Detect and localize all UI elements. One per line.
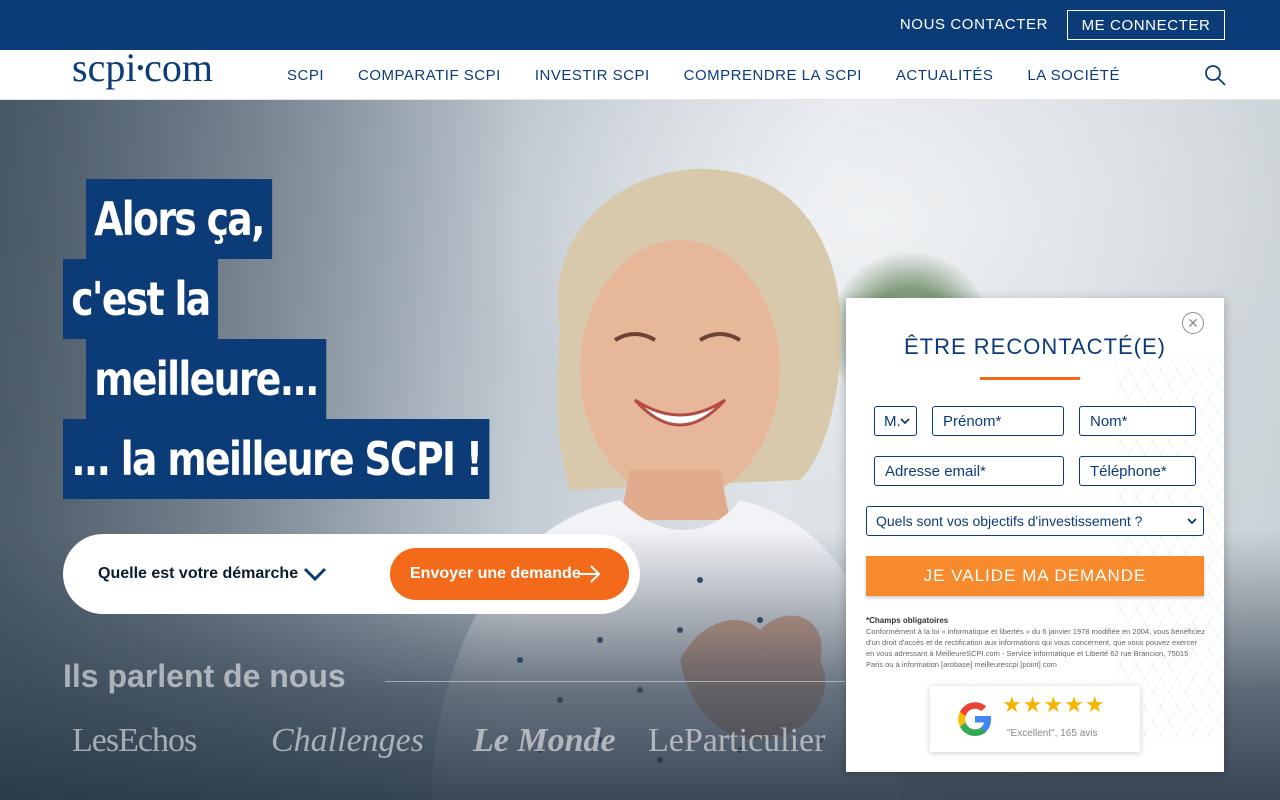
legal-text: Conformément à la loi « informatique et … xyxy=(866,627,1205,669)
press-logo-leparticulier: LeParticulier xyxy=(648,722,826,759)
headline-line-1: Alors ça, xyxy=(86,179,273,259)
main-nav: SCPI COMPARATIF SCPI INVESTIR SCPI COMPR… xyxy=(287,50,1120,100)
demarche-selector: Quelle est votre démarche Envoyer une de… xyxy=(63,534,640,614)
rating-stars: ★★★★★ xyxy=(1002,692,1106,717)
search-icon[interactable] xyxy=(1204,64,1226,86)
demarche-label[interactable]: Quelle est votre démarche xyxy=(98,565,298,583)
close-icon[interactable]: ✕ xyxy=(1182,312,1204,334)
nav-item-societe[interactable]: LA SOCIÉTÉ xyxy=(1027,67,1120,84)
press-title: Ils parlent de nous xyxy=(63,658,346,694)
phone-field[interactable]: Téléphone* xyxy=(1079,456,1196,486)
chevron-down-icon xyxy=(1187,518,1197,525)
headline-line-2: c'est la xyxy=(63,259,218,339)
nav-item-comprendre[interactable]: COMPRENDRE LA SCPI xyxy=(684,67,862,84)
civility-select[interactable]: M. xyxy=(874,406,917,436)
press-logo-challenges: Challenges xyxy=(271,722,424,759)
nav-item-investir[interactable]: INVESTIR SCPI xyxy=(535,67,650,84)
rating-text: "Excellent", 165 avis xyxy=(1007,728,1098,739)
title-underline xyxy=(980,377,1080,380)
contact-form-panel: ✕ ÊTRE RECONTACTÉ(E) M. Prénom* Nom* Adr… xyxy=(846,298,1224,772)
login-button[interactable]: ME CONNECTER xyxy=(1067,10,1225,40)
press-logo-lemonde: Le Monde xyxy=(473,722,616,759)
send-request-label: Envoyer une demande xyxy=(410,565,581,582)
headline-line-4: ... la meilleure SCPI ! xyxy=(63,419,490,499)
form-title: ÊTRE RECONTACTÉ(E) xyxy=(903,334,1167,359)
logo-text-line2: scpi•com xyxy=(72,45,214,90)
google-reviews-badge[interactable]: ★★★★★ "Excellent", 165 avis xyxy=(930,686,1140,752)
arrow-right-icon xyxy=(578,565,601,583)
lastname-field[interactable]: Nom* xyxy=(1079,406,1196,436)
logo-dot: • xyxy=(136,55,145,80)
send-request-button[interactable]: Envoyer une demande xyxy=(390,548,629,600)
submit-request-button[interactable]: JE VALIDE MA DEMANDE xyxy=(866,556,1204,596)
firstname-field[interactable]: Prénom* xyxy=(932,406,1064,436)
headline-line-3: meilleure... xyxy=(86,339,327,419)
legal-notice: *Champs obligatoires Conformément à la l… xyxy=(866,615,1206,670)
press-logo-lesechos: LesEchos xyxy=(72,722,197,759)
chevron-down-icon[interactable] xyxy=(303,562,327,586)
nav-item-scpi[interactable]: SCPI xyxy=(287,67,324,84)
objectives-select[interactable]: Quels sont vos objectifs d'investissemen… xyxy=(866,506,1204,536)
nav-item-comparatif[interactable]: COMPARATIF SCPI xyxy=(358,67,501,84)
google-icon xyxy=(958,702,991,736)
chevron-down-icon xyxy=(900,418,910,425)
site-logo[interactable]: meilleure scpi•com xyxy=(72,12,257,90)
divider xyxy=(385,681,845,682)
nav-item-actualites[interactable]: ACTUALITÉS xyxy=(896,67,994,84)
required-fields-note: *Champs obligatoires xyxy=(866,616,949,625)
email-field[interactable]: Adresse email* xyxy=(874,456,1064,486)
contact-link[interactable]: NOUS CONTACTER xyxy=(900,16,1048,33)
